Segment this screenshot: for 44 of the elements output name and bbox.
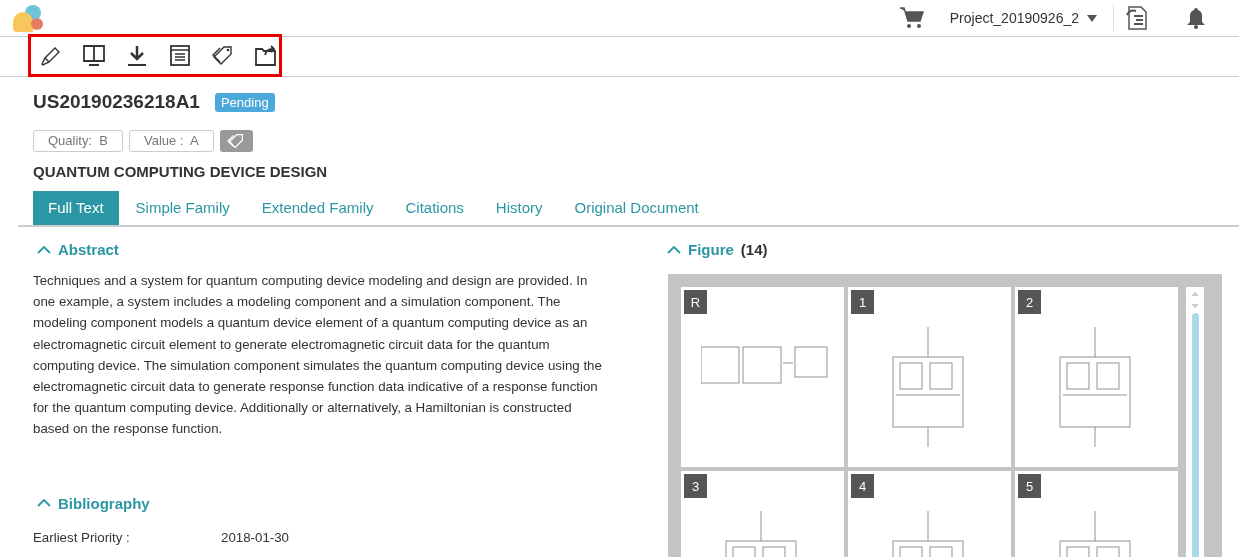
patent-title: QUANTUM COMPUTING DEVICE DESIGN: [33, 163, 329, 180]
field-label: Earliest Priority :: [33, 529, 131, 545]
chevron-icon: [37, 498, 51, 509]
patent-number: US20190236218A1: [33, 91, 200, 113]
section-toggle[interactable]: Figure (14): [663, 241, 768, 258]
figure-thumbnail[interactable]: 3: [681, 471, 844, 557]
chevron-icon: [667, 244, 681, 255]
section-toggle[interactable]: Abstract: [33, 241, 119, 258]
tab[interactable]: Extended Family: [246, 191, 389, 225]
tab[interactable]: Simple Family: [120, 191, 245, 225]
scrollbar[interactable]: [1186, 287, 1204, 557]
figure-thumbnail[interactable]: 4: [848, 471, 1011, 557]
figure-thumbnail[interactable]: 5: [1015, 471, 1178, 557]
split-screen-icon[interactable]: [82, 44, 106, 68]
folder-export-icon[interactable]: [254, 44, 278, 68]
chevron-icon: [37, 244, 51, 255]
figure-label: 2: [1018, 290, 1041, 314]
figure-label: 5: [1018, 474, 1041, 498]
rating-badge: Quality: B: [33, 130, 123, 152]
abstract-text: Techniques and a system for quantum computing device modeling and design are provided. In one example, a system includes a modeling component and a simulation component. The modeling component models a quantum device element of a quantum computing device as an electromagnetic circuit element to generate electromagnetic circuit data for the quantum computing device. The simulation component simulates the quantum computing device using the electromagnetic circuit data to generate response function data indicative of a response function for the quantum computing device. Additionally or alternatively, a Hamiltonian is constructed based on the response function.: [33, 272, 603, 439]
figure-label: 3: [684, 474, 707, 498]
notification-bell-icon[interactable]: [1186, 7, 1206, 29]
figure-count: (14): [740, 241, 768, 258]
document-export-icon[interactable]: [1126, 6, 1148, 30]
figure-thumbnail[interactable]: R: [681, 287, 844, 467]
document-list-icon[interactable]: [168, 44, 192, 68]
status-badge: Pending: [214, 92, 275, 112]
tab[interactable]: Original Document: [559, 191, 714, 225]
figure-label: 1: [851, 290, 874, 314]
figure-thumbnail[interactable]: 2: [1015, 287, 1178, 467]
section-toggle[interactable]: Bibliography: [33, 494, 150, 512]
tab[interactable]: History: [480, 191, 558, 225]
field-value: 2018-01-30: [221, 529, 290, 545]
rating-badge: Value : A: [128, 130, 214, 152]
tag-button[interactable]: [219, 130, 253, 152]
tab[interactable]: Citations: [390, 191, 479, 225]
project-dropdown[interactable]: Project_20190926_2: [949, 10, 1097, 26]
download-icon[interactable]: [125, 44, 149, 68]
caret-icon: [1087, 14, 1097, 22]
tab[interactable]: Full Text: [33, 191, 119, 225]
figure-label: R: [684, 290, 707, 314]
cart-icon[interactable]: [899, 7, 924, 29]
figure-thumbnail[interactable]: 1: [848, 287, 1011, 467]
figure-label: 4: [851, 474, 874, 498]
